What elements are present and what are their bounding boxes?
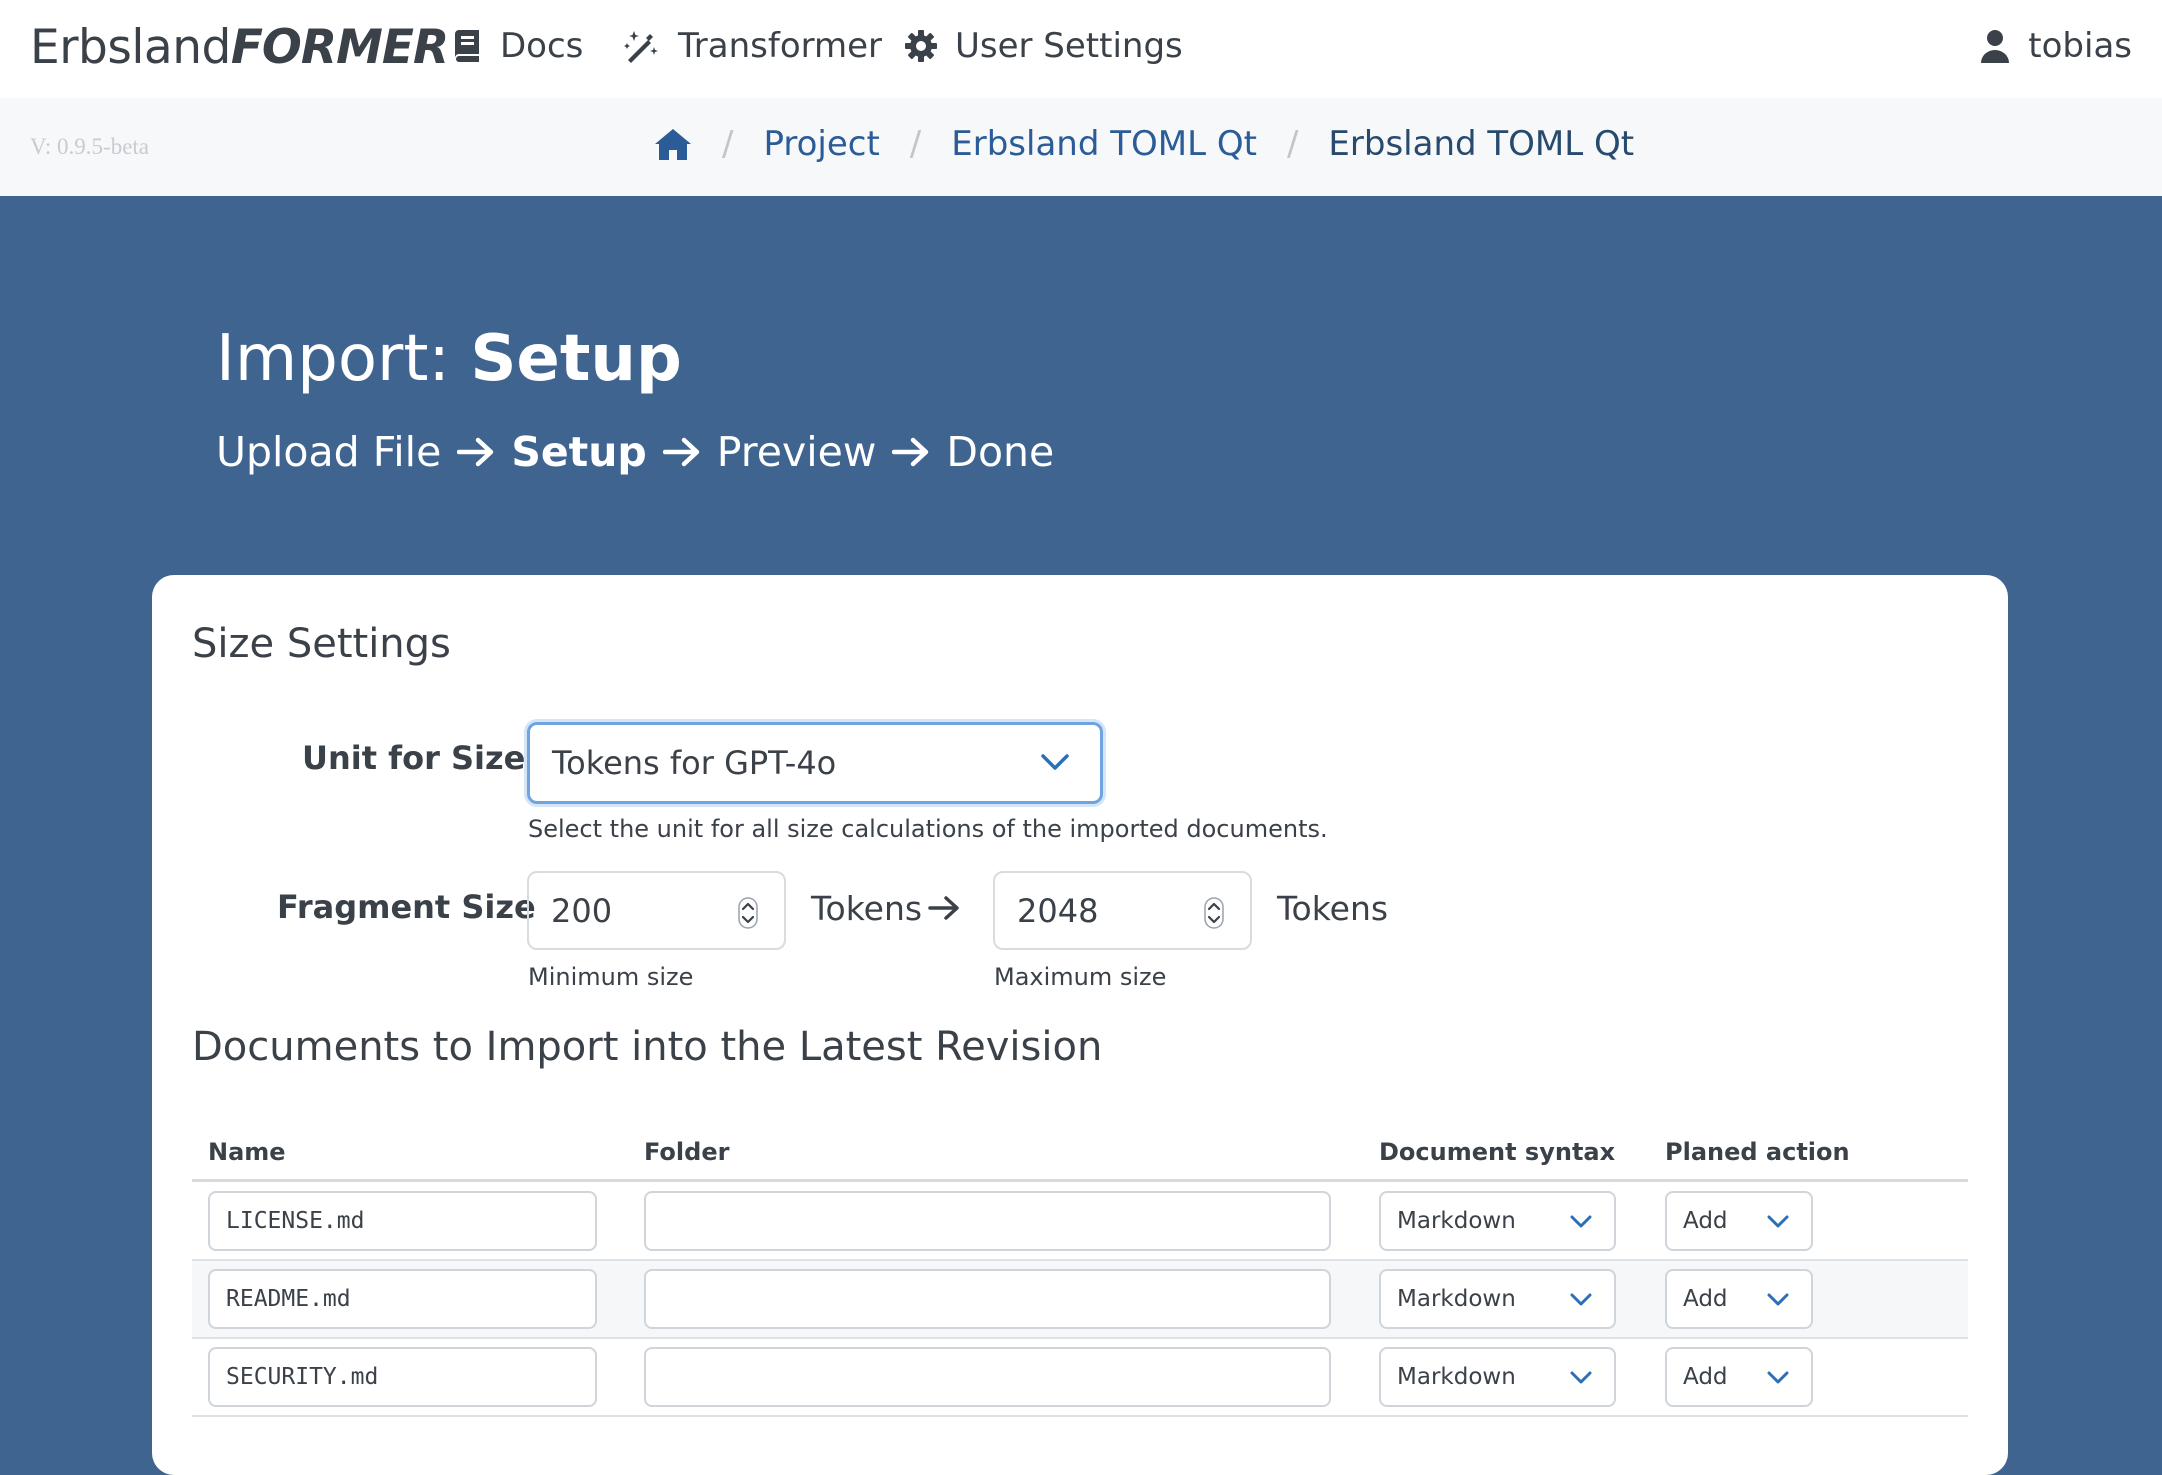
chevron-down-icon: [1570, 1215, 1592, 1228]
gear-icon: [905, 30, 937, 62]
column-header-folder: Folder: [644, 1138, 730, 1166]
step-preview: Preview: [716, 428, 877, 476]
column-header-name: Name: [208, 1138, 286, 1166]
documents-heading: Documents to Import into the Latest Revi…: [192, 1024, 1103, 1070]
step-upload: Upload File: [216, 428, 442, 476]
document-folder-input[interactable]: [644, 1269, 1331, 1329]
magic-wand-icon: [624, 31, 658, 63]
unit-select-value: Tokens for GPT-4o: [552, 744, 837, 782]
user-icon: [1981, 30, 2010, 63]
top-navbar: ErbslandFORMER Docs Transformer User Set…: [0, 0, 2162, 98]
import-steps: Upload File Setup Preview Done: [216, 428, 1054, 476]
max-size-value: 2048: [1017, 891, 1099, 930]
column-header-syntax: Document syntax: [1379, 1138, 1616, 1166]
arrow-right-icon: [457, 436, 495, 468]
size-settings-heading: Size Settings: [192, 621, 451, 667]
nav-user-settings-label: User Settings: [955, 26, 1183, 66]
breadcrumb-separator: /: [722, 124, 734, 164]
nav-transformer-label: Transformer: [678, 26, 883, 66]
fragment-size-label: Fragment Size: [277, 888, 536, 926]
table-row: LICENSE.md Markdown Add: [192, 1183, 1968, 1261]
table-header-divider: [192, 1179, 1968, 1182]
document-name-input[interactable]: README.md: [208, 1269, 597, 1329]
nav-docs-label: Docs: [500, 26, 584, 66]
home-icon[interactable]: [654, 127, 692, 161]
document-folder-input[interactable]: [644, 1191, 1331, 1251]
spinner-icon[interactable]: [738, 897, 758, 929]
document-syntax-select[interactable]: Markdown: [1379, 1191, 1616, 1251]
user-menu[interactable]: tobias: [1980, 26, 2132, 66]
spinner-icon[interactable]: [1204, 897, 1224, 929]
max-size-input[interactable]: 2048: [993, 871, 1252, 950]
column-header-action: Planed action: [1665, 1138, 1850, 1166]
breadcrumb-project-name[interactable]: Erbsland TOML Qt: [951, 124, 1257, 164]
step-setup: Setup: [511, 428, 647, 476]
breadcrumb-current: Erbsland TOML Qt: [1328, 124, 1635, 164]
breadcrumb-separator: /: [1286, 124, 1299, 164]
unit-for-size-label: Unit for Size: [302, 739, 526, 777]
arrow-right-icon: [662, 436, 701, 468]
document-name-input[interactable]: LICENSE.md: [208, 1191, 597, 1251]
step-done: Done: [946, 428, 1055, 476]
breadcrumb-project[interactable]: Project: [763, 124, 879, 164]
arrow-right-icon: [892, 436, 930, 468]
document-folder-input[interactable]: [644, 1347, 1331, 1407]
chevron-down-icon: [1767, 1215, 1789, 1228]
max-size-unit: Tokens: [1277, 889, 1389, 928]
book-icon: [455, 30, 479, 62]
chevron-down-icon: [1767, 1371, 1789, 1384]
min-size-value: 200: [551, 891, 613, 930]
min-size-input[interactable]: 200: [527, 871, 786, 950]
max-size-help: Maximum size: [994, 963, 1167, 991]
table-row: SECURITY.md Markdown Add: [192, 1339, 1968, 1417]
breadcrumb: / Project / Erbsland TOML Qt / Erbsland …: [654, 124, 1634, 164]
min-size-help: Minimum size: [528, 963, 694, 991]
document-syntax-select[interactable]: Markdown: [1379, 1269, 1616, 1329]
planned-action-select[interactable]: Add: [1665, 1269, 1813, 1329]
chevron-down-icon: [1570, 1371, 1592, 1384]
nav-user-settings-link[interactable]: User Settings: [905, 26, 1183, 66]
document-syntax-select[interactable]: Markdown: [1379, 1347, 1616, 1407]
version-label: V: 0.9.5-beta: [30, 134, 150, 159]
breadcrumb-separator: /: [909, 124, 922, 164]
min-size-unit: Tokens: [811, 889, 923, 928]
chevron-down-icon: [1041, 754, 1069, 770]
nav-transformer-link[interactable]: Transformer: [624, 26, 882, 66]
username: tobias: [2028, 26, 2132, 66]
document-name-input[interactable]: SECURITY.md: [208, 1347, 597, 1407]
arrow-right-icon: [928, 894, 960, 926]
planned-action-select[interactable]: Add: [1665, 1191, 1813, 1251]
brand-logo[interactable]: ErbslandFORMER: [30, 20, 449, 75]
page-title: Import: Setup: [216, 322, 682, 396]
table-row: README.md Markdown Add: [192, 1261, 1968, 1339]
nav-docs-link[interactable]: Docs: [452, 26, 583, 66]
planned-action-select[interactable]: Add: [1665, 1347, 1813, 1407]
chevron-down-icon: [1570, 1293, 1592, 1306]
unit-select[interactable]: Tokens for GPT-4o: [527, 722, 1103, 804]
unit-help-text: Select the unit for all size calculation…: [528, 815, 1328, 843]
chevron-down-icon: [1767, 1293, 1789, 1306]
